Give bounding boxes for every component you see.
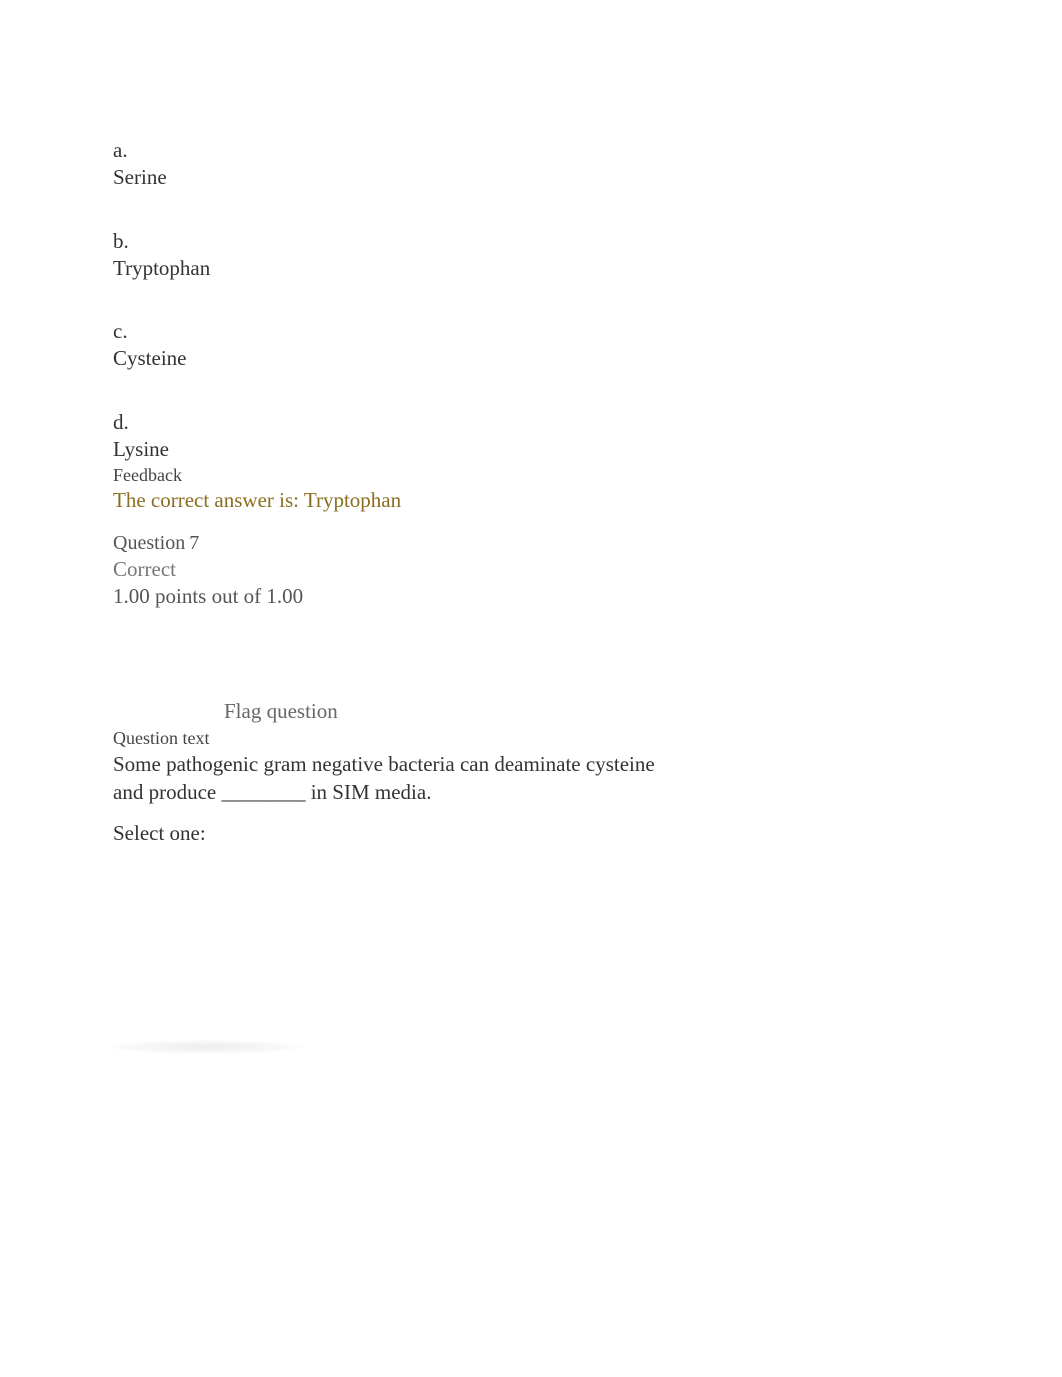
status-label: Correct [113,556,943,582]
option-letter: a. [113,137,943,164]
flag-question-label: Flag question [224,699,338,723]
option-letter: b. [113,228,943,255]
option-letter: d. [113,409,943,436]
option-b[interactable]: b. Tryptophan [113,228,943,283]
points-label: 1.00 points out of 1.00 [113,583,943,609]
question-text: Some pathogenic gram negative bacteria c… [113,750,673,807]
content-shadow [110,1040,302,1054]
option-c[interactable]: c. Cysteine [113,318,943,373]
option-text: Serine [113,164,943,191]
option-a[interactable]: a. Serine [113,137,943,192]
feedback-label: Feedback [113,465,943,486]
question-label: Question [113,532,185,554]
question-number: 7 [189,532,199,554]
option-letter: c. [113,318,943,345]
option-text: Cysteine [113,345,943,372]
feedback-answer: The correct answer is: Tryptophan [113,488,943,513]
question-header: Question 7 Correct 1.00 points out of 1.… [113,531,943,609]
option-text: Tryptophan [113,255,943,282]
option-text: Lysine [113,436,943,463]
option-d[interactable]: d. Lysine [113,409,943,464]
select-one-label: Select one: [113,821,943,846]
question-text-label: Question text [113,728,943,749]
flag-question[interactable]: Flag question [224,699,943,724]
